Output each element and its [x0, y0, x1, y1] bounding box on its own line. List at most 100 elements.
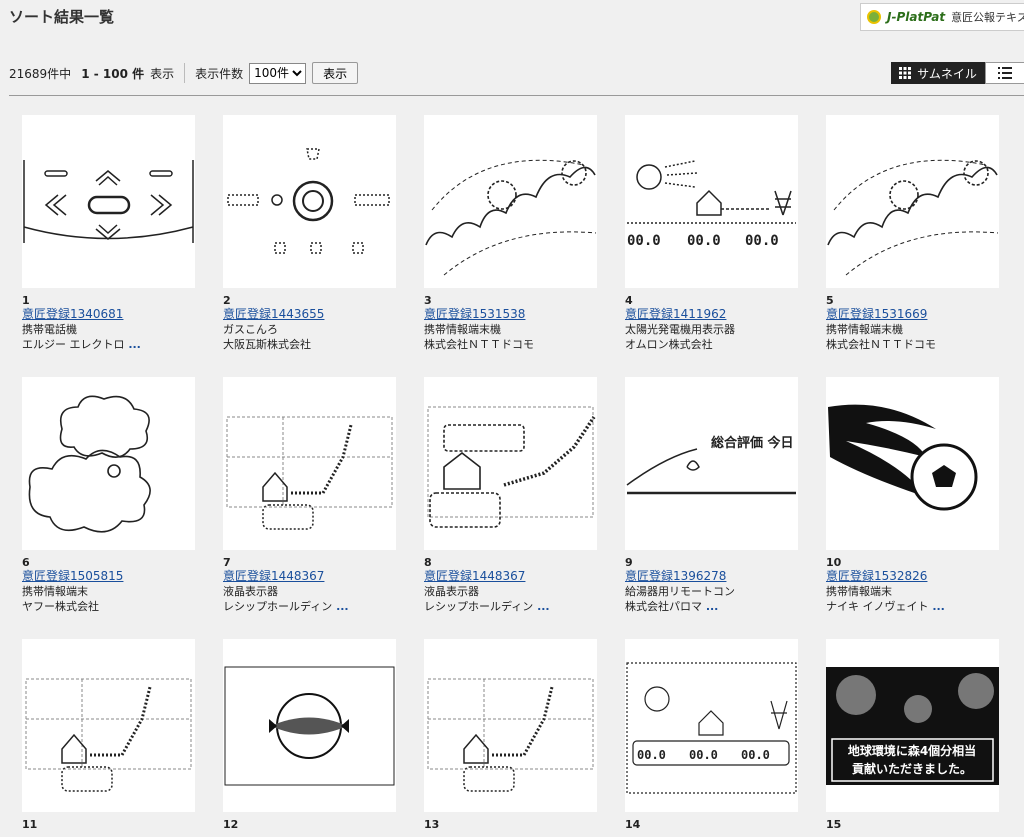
display-text: 表示	[150, 66, 175, 81]
design-thumbnail[interactable]	[22, 639, 195, 812]
registration-link[interactable]: 意匠登録1448367	[223, 569, 403, 584]
result-card: 7 意匠登録1448367 液晶表示器 レシップホールディン ...	[223, 377, 403, 614]
design-thumbnail[interactable]	[424, 377, 597, 550]
result-card: 総合評価 今日 9 意匠登録1396278 給湯器用リモートコン 株式会社パロマ ...	[625, 377, 805, 614]
result-card: 地球環境に森4個分相当 貢献いただきました。 15	[826, 639, 1006, 831]
product-name: 携帯情報端末	[826, 585, 892, 598]
registration-link[interactable]: 意匠登録1505815	[22, 569, 202, 584]
design-drawing	[25, 678, 192, 792]
design-thumbnail[interactable]	[22, 377, 195, 550]
result-number: 6	[22, 556, 30, 569]
design-drawing: 総合評価 今日	[626, 435, 796, 495]
company-text: オムロン株式会社	[625, 338, 713, 351]
result-card: 2 意匠登録1443655 ガスこんろ 大阪瓦斯株式会社	[223, 115, 403, 352]
list-view-button[interactable]	[985, 62, 1024, 84]
result-card: 1 意匠登録1340681 携帯電話機 エルジー エレクトロ ...	[22, 115, 202, 352]
company-more-link[interactable]: ...	[332, 600, 349, 613]
registration-link[interactable]: 意匠登録1531669	[826, 307, 1006, 322]
registration-link[interactable]: 意匠登録1340681	[22, 307, 202, 322]
registration-link[interactable]: 意匠登録1396278	[625, 569, 805, 584]
result-card: 11	[22, 639, 202, 831]
company-text: エルジー エレクトロ	[22, 338, 125, 351]
page-title: ソート結果一覧	[9, 8, 115, 26]
thumbnail-label: サムネイル	[917, 66, 977, 81]
per-page-label: 表示件数	[195, 66, 244, 81]
total-count: 21689件中	[9, 66, 72, 81]
svg-text:00.0: 00.0	[689, 748, 718, 762]
list-icon	[998, 67, 1012, 79]
design-thumbnail[interactable]: 00.0 00.0 00.0	[625, 639, 798, 812]
result-number: 8	[424, 556, 432, 569]
product-name: 携帯情報端末機	[826, 323, 903, 336]
thumbnail-view-button[interactable]: サムネイル	[891, 62, 985, 84]
design-thumbnail[interactable]: 地球環境に森4個分相当 貢献いただきました。	[826, 639, 999, 812]
company-more-link[interactable]: ...	[702, 600, 719, 613]
company-name: ヤフー株式会社	[22, 599, 202, 614]
design-thumbnail[interactable]	[424, 639, 597, 812]
view-toggle: サムネイル	[891, 62, 1024, 84]
registration-link[interactable]: 意匠登録1443655	[223, 307, 403, 322]
design-thumbnail[interactable]	[22, 115, 195, 288]
svg-text:00.0: 00.0	[741, 748, 770, 762]
design-drawing: 地球環境に森4個分相当 貢献いただきました。	[826, 667, 999, 785]
company-name: 株式会社ＮＴＴドコモ	[424, 337, 604, 352]
design-drawing	[828, 404, 978, 511]
company-name: ナイキ イノヴェイト ...	[826, 599, 1006, 614]
svg-text:地球環境に森4個分相当: 地球環境に森4個分相当	[848, 743, 976, 758]
design-drawing	[23, 160, 194, 243]
company-text: 大阪瓦斯株式会社	[223, 338, 311, 351]
design-thumbnail[interactable]	[826, 115, 999, 288]
svg-text:00.0: 00.0	[745, 233, 779, 249]
result-number: 5	[826, 294, 834, 307]
registration-link[interactable]: 意匠登録1448367	[424, 569, 604, 584]
design-thumbnail[interactable]	[223, 639, 396, 812]
result-number: 1	[22, 294, 30, 307]
result-card: 13	[424, 639, 604, 831]
product-name: 太陽光発電機用表示器	[625, 323, 735, 336]
design-thumbnail[interactable]	[223, 377, 396, 550]
result-range: 1 - 100 件	[81, 66, 145, 81]
per-page-select[interactable]: 100件	[249, 62, 307, 84]
result-card: 12	[223, 639, 403, 831]
design-drawing: 00.0 00.0 00.0	[626, 662, 797, 794]
result-number: 3	[424, 294, 432, 307]
result-card: 00.0 00.0 00.0 14	[625, 639, 805, 831]
company-name: 株式会社ＮＴＴドコモ	[826, 337, 1006, 352]
design-thumbnail[interactable]	[826, 377, 999, 550]
result-card: 00.0 00.0 00.0 4 意匠登録1411962 太陽光発電機用表示器 オムロン株式…	[625, 115, 805, 352]
company-more-link[interactable]: ...	[533, 600, 550, 613]
company-name: 大阪瓦斯株式会社	[223, 337, 403, 352]
logo-brand: J-PlatPat	[887, 10, 946, 24]
company-text: 株式会社ＮＴＴドコモ	[826, 338, 936, 351]
design-thumbnail[interactable]: 総合評価 今日	[625, 377, 798, 550]
svg-text:総合評価 今日: 総合評価 今日	[711, 435, 794, 451]
svg-text:貢献いただきました。: 貢献いただきました。	[852, 761, 972, 776]
result-card: 3 意匠登録1531538 携帯情報端末機 株式会社ＮＴＴドコモ	[424, 115, 604, 352]
jplatpat-logo[interactable]: J-PlatPat 意匠公報テキスト	[860, 3, 1024, 31]
product-name: 携帯電話機	[22, 323, 77, 336]
registration-link[interactable]: 意匠登録1532826	[826, 569, 1006, 584]
product-name: 給湯器用リモートコン	[625, 585, 735, 598]
design-drawing	[28, 395, 151, 533]
registration-link[interactable]: 意匠登録1531538	[424, 307, 604, 322]
design-drawing	[827, 159, 999, 276]
company-name: 株式会社パロマ ...	[625, 599, 805, 614]
product-name: 携帯情報端末機	[424, 323, 501, 336]
design-thumbnail[interactable]	[223, 115, 396, 288]
design-thumbnail[interactable]	[424, 115, 597, 288]
header-divider	[9, 95, 1024, 96]
company-text: 株式会社パロマ	[625, 600, 702, 613]
logo-subtitle: 意匠公報テキスト	[951, 11, 1024, 24]
registration-link[interactable]: 意匠登録1411962	[625, 307, 805, 322]
company-more-link[interactable]: ...	[125, 338, 141, 351]
company-text: ナイキ イノヴェイト	[826, 600, 929, 613]
design-drawing	[425, 159, 597, 276]
company-more-link[interactable]: ...	[929, 600, 945, 613]
result-number: 10	[826, 556, 842, 569]
result-card: 6 意匠登録1505815 携帯情報端末 ヤフー株式会社	[22, 377, 202, 614]
show-button[interactable]: 表示	[312, 62, 359, 84]
company-text: ヤフー株式会社	[22, 600, 99, 613]
company-name: エルジー エレクトロ ...	[22, 337, 202, 352]
result-number: 4	[625, 294, 633, 307]
design-thumbnail[interactable]: 00.0 00.0 00.0	[625, 115, 798, 288]
